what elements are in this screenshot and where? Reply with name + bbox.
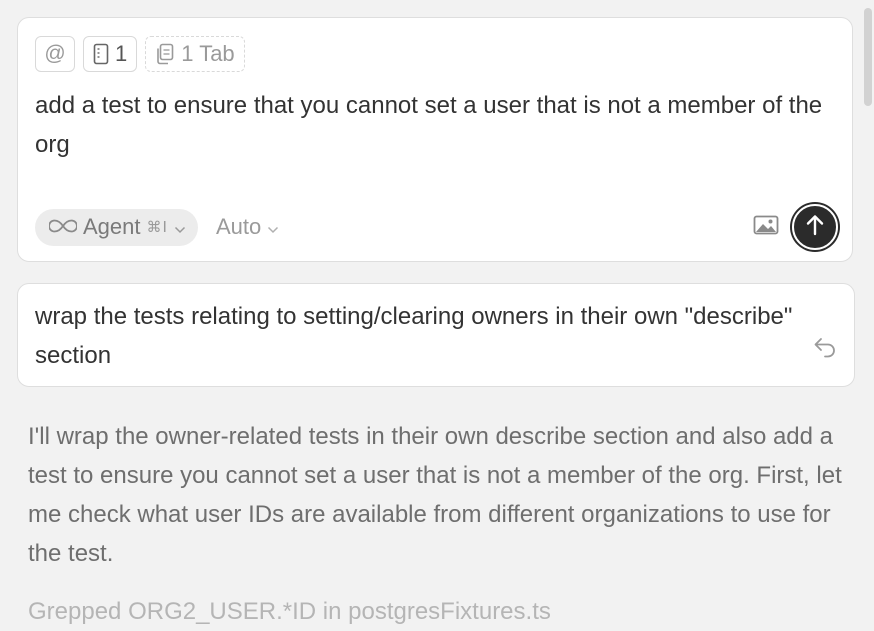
file-icon [93,43,109,65]
chevron-down-icon [267,214,279,240]
tool-status-line[interactable]: Grepped ORG2_USER.*ID in postgresFixture… [28,592,848,631]
file-context-chip[interactable]: 1 [83,36,138,72]
chat-composer: @ 1 1 Tab add a test to ensure that you … [17,17,853,262]
infinity-icon [48,214,78,240]
mode-label: Agent [83,214,141,239]
undo-arrow-icon [813,336,837,363]
prompt-input[interactable]: add a test to ensure that you cannot set… [35,86,825,164]
mention-button[interactable]: @ [35,36,75,72]
revert-button[interactable] [812,336,838,362]
send-button[interactable] [792,204,838,250]
mode-shortcut: ⌘I [146,218,168,236]
arrow-up-icon [805,213,825,242]
tab-chip-label: 1 Tab [181,41,235,66]
image-icon [753,214,779,241]
previous-user-message[interactable]: wrap the tests relating to setting/clear… [17,283,855,387]
assistant-response: I'll wrap the owner-related tests in the… [28,423,842,567]
files-icon [155,43,175,65]
attach-image-button[interactable] [752,213,780,241]
scrollbar-track[interactable] [862,0,874,608]
composer-footer: Agent ⌘I Auto [35,204,838,250]
chevron-down-icon [174,214,186,240]
context-chips: @ 1 1 Tab [35,36,245,72]
mode-selector[interactable]: Agent ⌘I [35,208,198,246]
scrollbar-thumb[interactable] [864,8,872,106]
at-icon: @ [44,42,66,65]
model-label: Auto [215,214,262,239]
tab-context-chip[interactable]: 1 Tab [145,36,245,72]
file-count: 1 [115,41,128,66]
previous-message-text: wrap the tests relating to setting/clear… [35,303,793,369]
model-selector[interactable]: Auto [216,214,279,240]
